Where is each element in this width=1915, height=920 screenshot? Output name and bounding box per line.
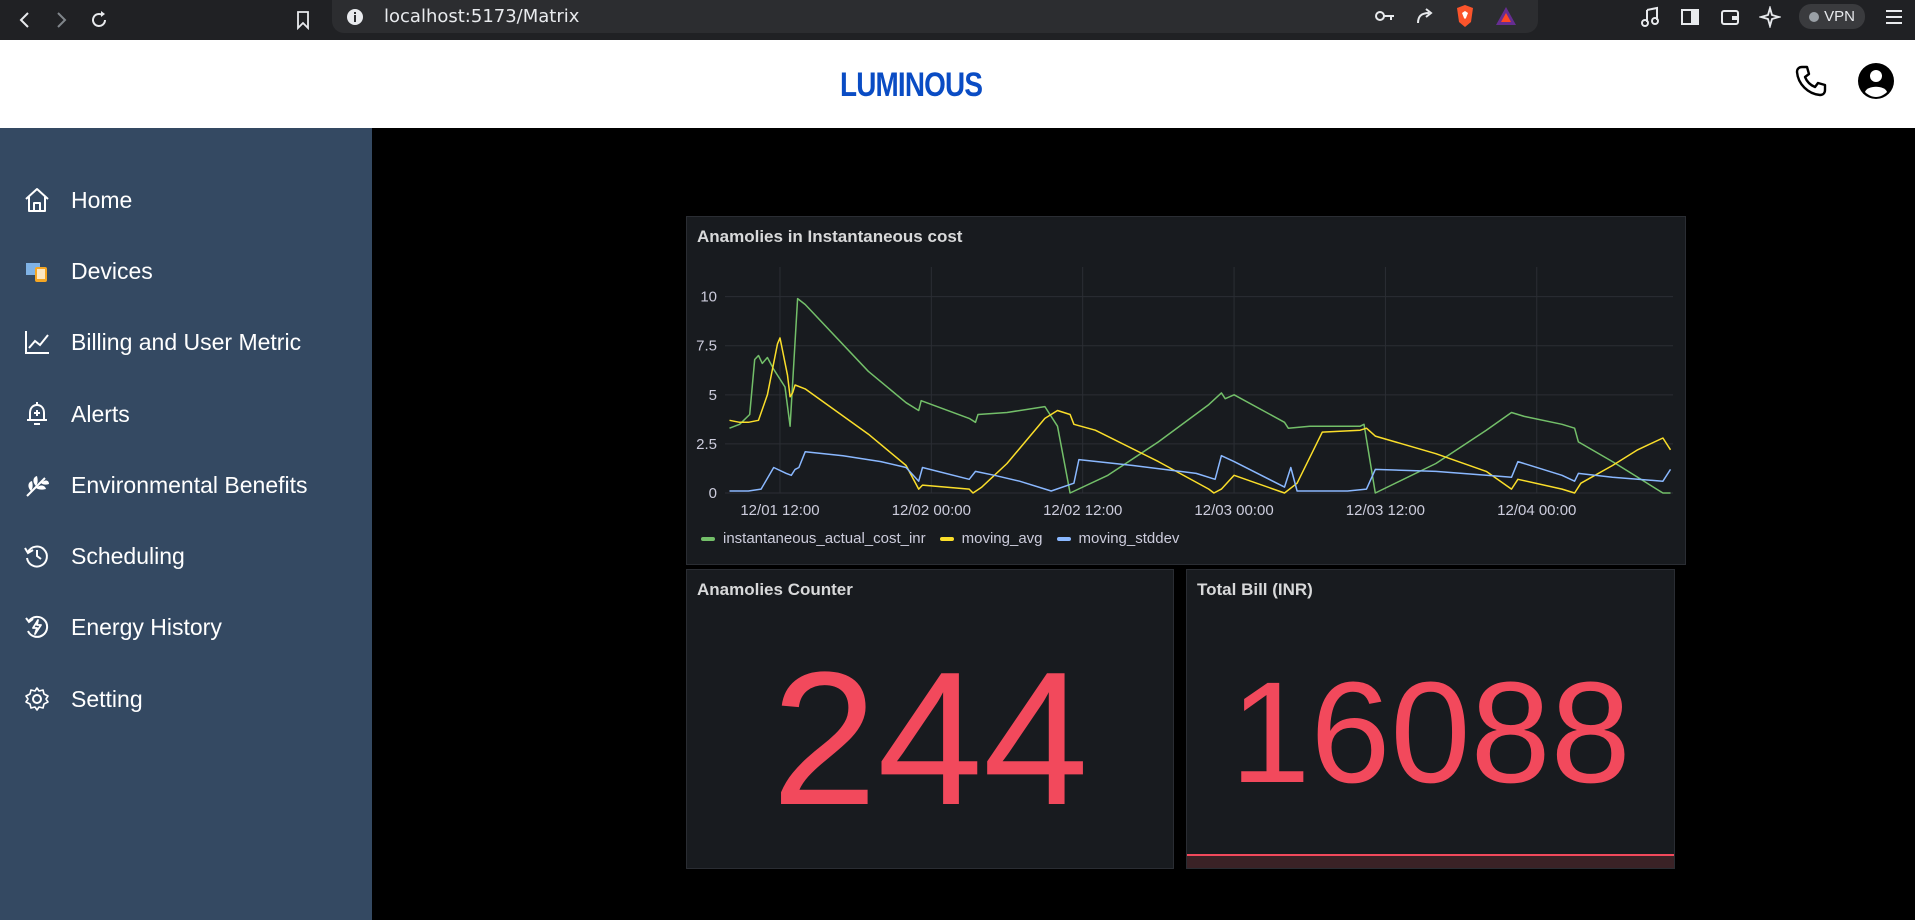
chart-line-icon bbox=[22, 327, 52, 357]
site-info-icon[interactable] bbox=[346, 8, 364, 26]
brave-rewards-icon[interactable] bbox=[1494, 5, 1518, 27]
address-bar[interactable]: localhost:5173/Matrix bbox=[332, 0, 1538, 33]
sidebar-item-label: Energy History bbox=[71, 613, 222, 640]
legend-label: moving_stddev bbox=[1078, 530, 1180, 547]
url-text: localhost:5173/Matrix bbox=[384, 6, 580, 27]
home-icon bbox=[22, 185, 52, 215]
gear-icon bbox=[22, 684, 52, 714]
sidebar-item-label: Scheduling bbox=[71, 542, 185, 569]
music-icon[interactable] bbox=[1639, 6, 1661, 28]
phone-icon[interactable] bbox=[1793, 63, 1829, 99]
legend-label: instantaneous_actual_cost_inr bbox=[723, 530, 926, 547]
legend-item[interactable]: moving_stddev bbox=[1056, 530, 1180, 547]
y-tick-label: 5 bbox=[709, 387, 717, 404]
reload-icon[interactable] bbox=[84, 5, 114, 35]
sidebar-item-label: Devices bbox=[71, 257, 153, 284]
y-tick-label: 7.5 bbox=[696, 338, 717, 355]
history-clock-icon bbox=[22, 541, 52, 571]
sidebar-item-alerts[interactable]: Alerts bbox=[22, 394, 130, 434]
sidebar-item-scheduling[interactable]: Scheduling bbox=[22, 536, 185, 576]
y-tick-label: 0 bbox=[709, 485, 717, 502]
leo-ai-icon[interactable] bbox=[1759, 5, 1782, 28]
sidebar-item-label: Billing and User Metric bbox=[71, 328, 302, 355]
y-tick-label: 2.5 bbox=[696, 436, 717, 453]
main-content: Anamolies in Instantaneous cost 0 2.5 5 7.5… bbox=[372, 128, 1915, 920]
app-header: LUMINOUS bbox=[0, 40, 1915, 128]
sidebar-item-setting[interactable]: Setting bbox=[22, 679, 143, 719]
chart-legend: instantaneous_actual_cost_inr moving_avg m… bbox=[701, 530, 1183, 547]
x-tick-label: 12/02 00:00 bbox=[892, 502, 971, 519]
menu-icon[interactable] bbox=[1883, 6, 1905, 28]
sidebar-item-billing[interactable]: Billing and User Metric bbox=[22, 322, 301, 362]
legend-label: moving_avg bbox=[961, 530, 1043, 547]
wallet-icon[interactable] bbox=[1719, 6, 1741, 28]
series-line-instantaneous_actual_cost_inr bbox=[729, 297, 1671, 494]
share-icon[interactable] bbox=[1414, 5, 1436, 27]
legend-item[interactable]: moving_avg bbox=[939, 530, 1043, 547]
brand-logo[interactable]: LUMINOUS bbox=[840, 66, 983, 105]
sidebar: Home Devices Billing and User Metric Ale… bbox=[0, 128, 372, 920]
leaf-icon bbox=[22, 470, 52, 500]
panel-title: Total Bill (INR) bbox=[1197, 580, 1313, 599]
total-bill-value: 16088 bbox=[1230, 652, 1631, 813]
alert-bell-icon bbox=[22, 399, 52, 429]
panel-title: Anamolies Counter bbox=[697, 580, 853, 599]
sidebar-item-devices[interactable]: Devices bbox=[22, 251, 153, 291]
back-icon[interactable] bbox=[10, 5, 40, 35]
sidebar-item-label: Alerts bbox=[71, 400, 130, 427]
series-line-moving_avg bbox=[729, 337, 1672, 494]
energy-bolt-icon bbox=[22, 612, 52, 642]
sidebar-item-environmental-benefits[interactable]: Environmental Benefits bbox=[22, 465, 308, 505]
sidebar-item-energy-history[interactable]: Energy History bbox=[22, 607, 222, 647]
bookmark-icon[interactable] bbox=[288, 5, 318, 35]
x-tick-label: 12/04 00:00 bbox=[1497, 502, 1576, 519]
forward-icon[interactable] bbox=[46, 5, 76, 35]
legend-swatch bbox=[939, 536, 954, 541]
key-icon[interactable] bbox=[1374, 5, 1396, 27]
x-tick-label: 12/03 00:00 bbox=[1194, 502, 1273, 519]
devices-icon bbox=[22, 256, 52, 286]
vpn-status-icon bbox=[1809, 11, 1820, 22]
x-tick-label: 12/02 12:00 bbox=[1043, 502, 1122, 519]
total-bill-panel: Total Bill (INR) 16088 bbox=[1186, 569, 1675, 869]
y-tick-label: 10 bbox=[700, 289, 717, 306]
anomalies-counter-panel: Anamolies Counter 244 bbox=[686, 569, 1174, 869]
legend-swatch bbox=[701, 536, 715, 541]
sidebar-item-label: Home bbox=[71, 186, 133, 213]
x-tick-label: 12/01 12:00 bbox=[740, 502, 819, 519]
sidebar-item-label: Environmental Benefits bbox=[71, 471, 308, 498]
sidebar-item-home[interactable]: Home bbox=[22, 180, 132, 220]
vpn-label: VPN bbox=[1824, 8, 1855, 25]
legend-swatch bbox=[1056, 536, 1071, 541]
x-tick-label: 12/03 12:00 bbox=[1346, 502, 1425, 519]
bill-sparkline bbox=[1187, 854, 1674, 868]
browser-toolbar: localhost:5173/Matrix VPN bbox=[0, 0, 1915, 40]
anomalies-chart-panel: Anamolies in Instantaneous cost 0 2.5 5 7.5… bbox=[686, 216, 1686, 565]
sidebar-item-label: Setting bbox=[71, 685, 143, 712]
user-profile-icon[interactable] bbox=[1857, 62, 1895, 100]
anomalies-count-value: 244 bbox=[771, 633, 1089, 845]
vpn-button[interactable]: VPN bbox=[1799, 4, 1865, 29]
line-chart[interactable]: 0 2.5 5 7.5 10 12/01 12:00 12/02 00:00 12/02 12… bbox=[687, 217, 1687, 566]
legend-item[interactable]: instantaneous_actual_cost_inr bbox=[701, 530, 926, 547]
sidebar-toggle-icon[interactable] bbox=[1679, 6, 1701, 28]
brave-shield-icon[interactable] bbox=[1454, 4, 1476, 28]
